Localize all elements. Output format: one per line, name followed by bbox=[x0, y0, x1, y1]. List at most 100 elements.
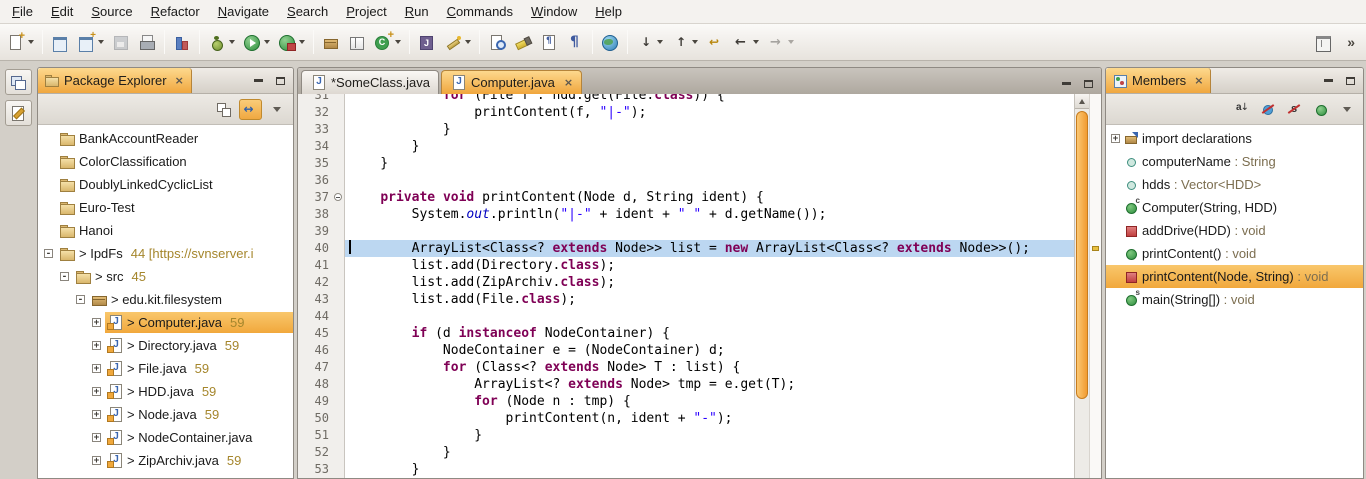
code-line-35[interactable]: } bbox=[345, 155, 1074, 172]
expander-plus-icon[interactable]: + bbox=[1111, 134, 1120, 143]
print-button[interactable] bbox=[134, 29, 160, 56]
code-line-43[interactable]: list.add(File.class); bbox=[345, 291, 1074, 308]
expander-plus-icon[interactable]: + bbox=[92, 456, 101, 465]
dropdown-arrow-icon[interactable] bbox=[229, 40, 235, 44]
code-line-52[interactable]: } bbox=[345, 444, 1074, 461]
view-menu-button[interactable] bbox=[265, 99, 288, 120]
code-line-34[interactable]: } bbox=[345, 138, 1074, 155]
scrollbar-thumb[interactable] bbox=[1076, 111, 1088, 399]
dropdown-arrow-icon[interactable] bbox=[395, 40, 401, 44]
tree-item-file-java[interactable]: +> File.java59 bbox=[38, 357, 293, 380]
toolbar-overflow-chevron[interactable]: » bbox=[1342, 33, 1360, 51]
member-printcontent[interactable]: printContent() : void bbox=[1106, 242, 1363, 265]
menu-item-source[interactable]: Source bbox=[82, 1, 141, 22]
close-icon[interactable]: × bbox=[175, 75, 184, 86]
search-button[interactable] bbox=[510, 29, 536, 56]
tree-item-computer-java[interactable]: +> Computer.java59 bbox=[38, 311, 293, 334]
debug-button[interactable] bbox=[204, 29, 239, 56]
code-line-48[interactable]: ArrayList<? extends Node> tmp = e.get(T)… bbox=[345, 376, 1074, 393]
tree-item-src[interactable]: -> src45 bbox=[38, 265, 293, 288]
new-wizard-button[interactable] bbox=[3, 29, 38, 56]
expander-plus-icon[interactable]: + bbox=[92, 341, 101, 350]
open-file-button[interactable] bbox=[47, 29, 73, 56]
save-button[interactable] bbox=[108, 29, 134, 56]
code-line-41[interactable]: list.add(Directory.class); bbox=[345, 257, 1074, 274]
members-tab[interactable]: Members × bbox=[1106, 68, 1211, 93]
new-java-class-button[interactable] bbox=[370, 29, 405, 56]
expander-plus-icon[interactable]: + bbox=[92, 410, 101, 419]
run-button[interactable] bbox=[239, 29, 274, 56]
build-project-button[interactable] bbox=[169, 29, 195, 56]
code-line-46[interactable]: NodeContainer e = (NodeContainer) d; bbox=[345, 342, 1074, 359]
workbench-button[interactable] bbox=[1310, 29, 1336, 56]
minimize-button[interactable] bbox=[1059, 77, 1073, 91]
code-line-40[interactable]: ArrayList<Class<? extends Node>> list = … bbox=[345, 240, 1074, 257]
tree-item-doublylinkedcycliclist[interactable]: DoublyLinkedCyclicList bbox=[38, 173, 293, 196]
tree-item-colorclassification[interactable]: ColorClassification bbox=[38, 150, 293, 173]
minimize-button[interactable] bbox=[251, 74, 265, 88]
menu-item-search[interactable]: Search bbox=[278, 1, 337, 22]
menu-item-refactor[interactable]: Refactor bbox=[142, 1, 209, 22]
open-wizard-button[interactable] bbox=[73, 29, 108, 56]
tree-item-ziparchiv-java[interactable]: +> ZipArchiv.java59 bbox=[38, 449, 293, 472]
minimize-button[interactable] bbox=[1321, 74, 1335, 88]
close-icon[interactable]: × bbox=[564, 77, 573, 88]
member-main-string[interactable]: main(String[]) : void bbox=[1106, 288, 1363, 311]
show-paragraphs-button[interactable] bbox=[562, 29, 588, 56]
tree-item-directory-java[interactable]: +> Directory.java59 bbox=[38, 334, 293, 357]
code-line-37[interactable]: private void printContent(Node d, String… bbox=[345, 189, 1074, 206]
tree-item-euro-test[interactable]: Euro-Test bbox=[38, 196, 293, 219]
forward-button[interactable] bbox=[763, 29, 798, 56]
menu-item-window[interactable]: Window bbox=[522, 1, 586, 22]
menu-item-commands[interactable]: Commands bbox=[438, 1, 522, 22]
code-line-38[interactable]: System.out.println("|-" + ident + " " + … bbox=[345, 206, 1074, 223]
open-browser-button[interactable] bbox=[597, 29, 623, 56]
expander-minus-icon[interactable]: - bbox=[60, 272, 69, 281]
editor-tab-computer-java[interactable]: Computer.java× bbox=[441, 70, 582, 94]
dropdown-arrow-icon[interactable] bbox=[465, 40, 471, 44]
code-line-39[interactable] bbox=[345, 223, 1074, 240]
hide-fields-button[interactable] bbox=[1257, 99, 1280, 120]
code-line-32[interactable]: printContent(f, "|-"); bbox=[345, 104, 1074, 121]
overview-ruler[interactable] bbox=[1089, 94, 1101, 478]
menu-item-file[interactable]: File bbox=[3, 1, 42, 22]
restore-view-button[interactable] bbox=[5, 69, 32, 95]
tree-item-hdd-java[interactable]: +> HDD.java59 bbox=[38, 380, 293, 403]
code-line-49[interactable]: for (Node n : tmp) { bbox=[345, 393, 1074, 410]
code-line-50[interactable]: printContent(n, ident + "-"); bbox=[345, 410, 1074, 427]
member-hdds[interactable]: hdds : Vector<HDD> bbox=[1106, 173, 1363, 196]
package-explorer-tab[interactable]: Package Explorer × bbox=[38, 68, 192, 93]
code-line-31[interactable]: for (File f : hdd.get(File.class)) { bbox=[345, 94, 1074, 104]
expander-plus-icon[interactable]: + bbox=[92, 433, 101, 442]
code-line-51[interactable]: } bbox=[345, 427, 1074, 444]
tree-item-node-java[interactable]: +> Node.java59 bbox=[38, 403, 293, 426]
member-import-declarations[interactable]: +import declarations bbox=[1106, 127, 1363, 150]
show-whitespace-button[interactable] bbox=[536, 29, 562, 56]
code-area[interactable]: for (File f : hdd.get(File.class)) { pri… bbox=[345, 94, 1074, 478]
menu-item-edit[interactable]: Edit bbox=[42, 1, 82, 22]
member-computername[interactable]: computerName : String bbox=[1106, 150, 1363, 173]
expander-minus-icon[interactable]: - bbox=[44, 249, 53, 258]
expander-minus-icon[interactable]: - bbox=[76, 295, 85, 304]
dropdown-arrow-icon[interactable] bbox=[299, 40, 305, 44]
code-line-33[interactable]: } bbox=[345, 121, 1074, 138]
tree-item-hanoi[interactable]: Hanoi bbox=[38, 219, 293, 242]
editor-tab-someclass-java[interactable]: *SomeClass.java bbox=[301, 70, 439, 94]
new-java-package-button[interactable] bbox=[318, 29, 344, 56]
dropdown-arrow-icon[interactable] bbox=[264, 40, 270, 44]
dropdown-arrow-icon[interactable] bbox=[753, 40, 759, 44]
member-printcontent-node-string[interactable]: printContent(Node, String) : void bbox=[1106, 265, 1363, 288]
dropdown-arrow-icon[interactable] bbox=[657, 40, 663, 44]
hide-non-public-button[interactable] bbox=[1309, 99, 1332, 120]
overview-marker[interactable] bbox=[1092, 246, 1099, 251]
menu-item-navigate[interactable]: Navigate bbox=[209, 1, 278, 22]
open-task-button[interactable] bbox=[414, 29, 440, 56]
code-line-53[interactable]: } bbox=[345, 461, 1074, 478]
maximize-button[interactable] bbox=[1343, 74, 1357, 88]
expander-plus-icon[interactable]: + bbox=[92, 387, 101, 396]
code-line-42[interactable]: list.add(ZipArchiv.class); bbox=[345, 274, 1074, 291]
member-computer-string-hdd[interactable]: Computer(String, HDD) bbox=[1106, 196, 1363, 219]
dropdown-arrow-icon[interactable] bbox=[98, 40, 104, 44]
record-macro-button[interactable] bbox=[440, 29, 475, 56]
tree-item-bankaccountreader[interactable]: BankAccountReader bbox=[38, 127, 293, 150]
